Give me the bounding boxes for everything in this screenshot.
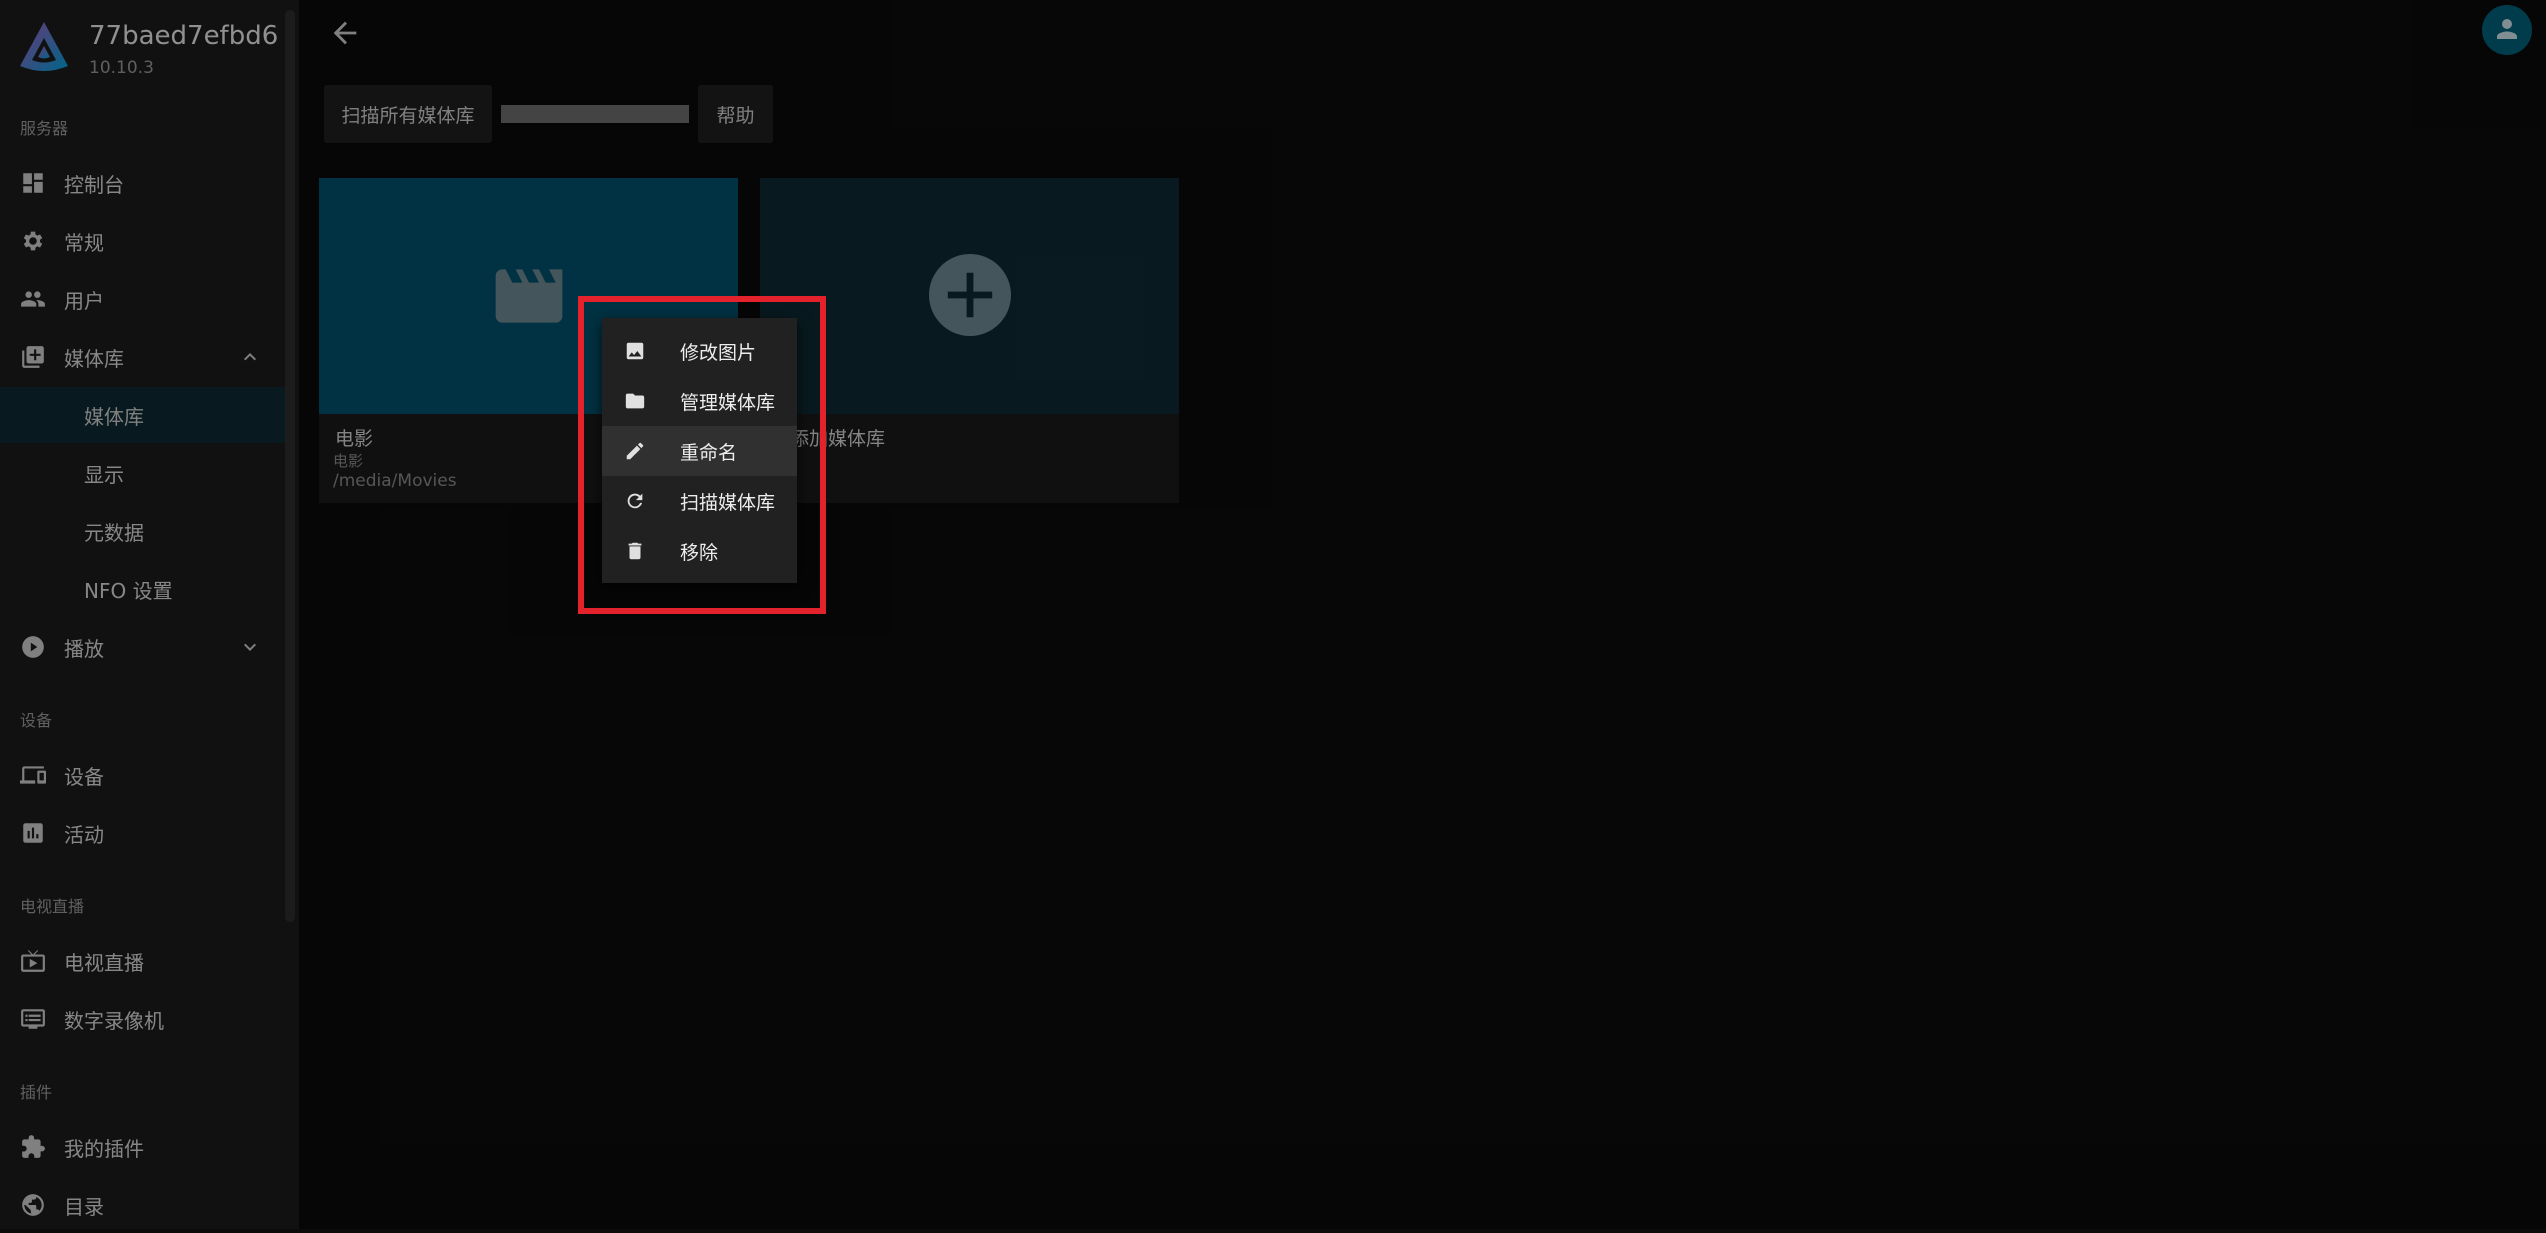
menu-backdrop[interactable]: [0, 0, 2546, 1229]
highlight-box: [578, 296, 826, 614]
